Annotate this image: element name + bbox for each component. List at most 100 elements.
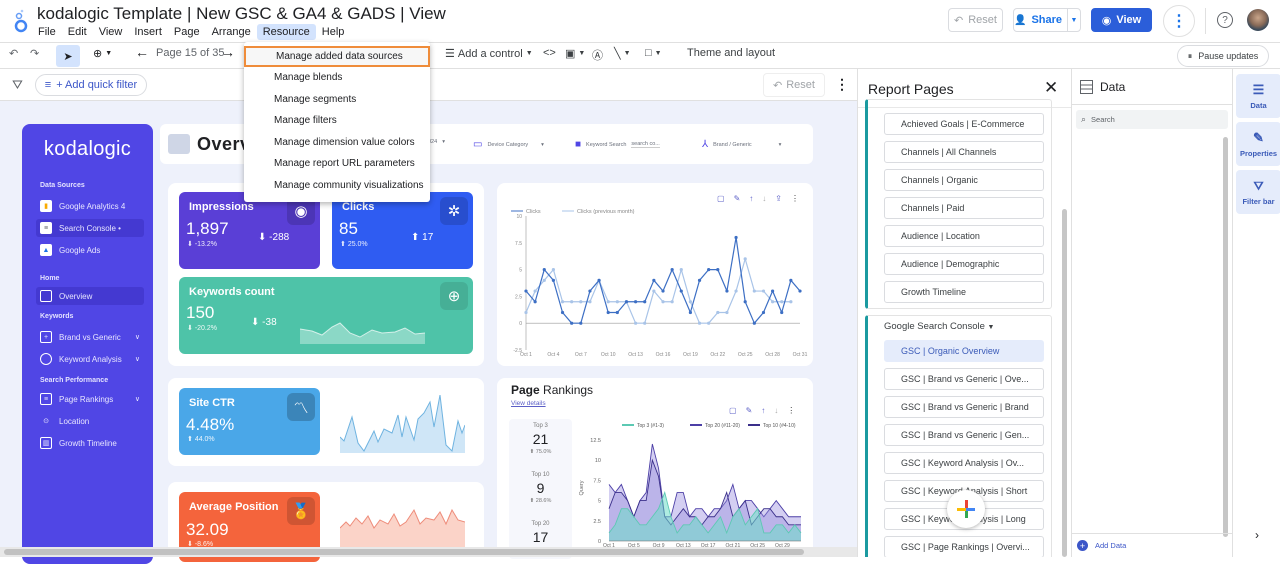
tab-properties[interactable]: ✎ Properties xyxy=(1236,122,1280,166)
y-tick-label: 10 xyxy=(595,458,601,464)
theme-layout-button[interactable]: Theme and layout xyxy=(687,47,775,59)
add-page-button[interactable] xyxy=(947,490,985,528)
redo-icon[interactable]: ↷ xyxy=(30,47,39,60)
keyword-search-control[interactable]: ■ Keyword Search search co... xyxy=(575,139,660,150)
nav-google-ads[interactable]: ▲ Google Ads xyxy=(36,241,144,259)
nav-keyword-analysis[interactable]: Keyword Analysis ∨ xyxy=(36,350,144,368)
more-options-icon[interactable]: ⋮ xyxy=(1163,5,1195,37)
text-box-icon[interactable]: Ⓐ xyxy=(592,47,603,63)
brand-generic-control[interactable]: ⅄ Brand / Generic ▾ xyxy=(702,139,781,150)
data-point xyxy=(588,289,592,293)
keywords-count-card: Keywords count ⊕ 150 ⬇ -20.2% ⬇ -38 xyxy=(179,277,473,354)
vertical-scrollbar[interactable] xyxy=(1062,209,1067,557)
user-avatar[interactable] xyxy=(1247,9,1269,31)
page-item[interactable]: Channels | Paid xyxy=(884,197,1044,219)
sort-up-icon[interactable]: ↑ xyxy=(761,406,765,415)
menu-file[interactable]: File xyxy=(32,24,62,40)
nav-page-rankings[interactable]: ≡ Page Rankings ∨ xyxy=(36,390,144,408)
menu-item-manage-segments[interactable]: Manage segments xyxy=(244,89,430,110)
page-item-active[interactable]: GSC | Organic Overview xyxy=(884,340,1044,362)
nav-growth-timeline[interactable]: ▥ Growth Timeline xyxy=(36,434,144,452)
menu-arrange[interactable]: Arrange xyxy=(206,24,257,40)
select-icon[interactable]: ▢ xyxy=(729,406,737,415)
page-item[interactable]: Audience | Demographic xyxy=(884,253,1044,275)
page-item[interactable]: Achieved Goals | E-Commerce xyxy=(884,113,1044,135)
device-category-control[interactable]: ▭ Device Category ▾ xyxy=(473,139,544,150)
menu-insert[interactable]: Insert xyxy=(128,24,168,40)
share-dropdown-icon[interactable]: ▼ xyxy=(1067,9,1080,31)
report-title[interactable]: kodalogic Template | New GSC & GA4 & GAD… xyxy=(37,4,446,24)
help-icon[interactable]: ? xyxy=(1217,12,1233,28)
data-table-icon: ☰ xyxy=(1252,82,1265,97)
more-options-icon[interactable]: ⋮ xyxy=(835,76,849,93)
close-icon[interactable]: ✕ xyxy=(1044,78,1058,98)
x-tick-label: Oct 25 xyxy=(738,352,753,358)
nav-search-console[interactable]: ≡ Search Console • xyxy=(36,219,144,237)
nav-google-analytics[interactable]: ▮ Google Analytics 4 xyxy=(36,197,144,215)
page-item[interactable]: Audience | Location xyxy=(884,225,1044,247)
prev-page-icon[interactable]: ← xyxy=(135,44,149,60)
select-tool-icon[interactable]: ➤ xyxy=(56,45,80,67)
add-quick-filter-button[interactable]: ≡ + Add quick filter xyxy=(35,74,147,96)
page-item[interactable]: GSC | Keyword Analysis | Ov... xyxy=(884,452,1044,474)
scrollbar-thumb[interactable] xyxy=(4,549,804,555)
menu-item-manage-dimension-colors[interactable]: Manage dimension value colors xyxy=(244,132,430,153)
edit-icon[interactable]: ✎ xyxy=(746,406,753,415)
vertical-scrollbar[interactable] xyxy=(1223,137,1228,537)
page-item[interactable]: Channels | Organic xyxy=(884,169,1044,191)
add-data-button[interactable]: + Add Data xyxy=(1072,533,1233,557)
chevron-down-icon[interactable]: ∨ xyxy=(135,333,140,341)
tab-filter-bar[interactable]: ⛛ Filter bar xyxy=(1236,170,1280,214)
menu-item-manage-filters[interactable]: Manage filters xyxy=(244,110,430,131)
share-button[interactable]: 👤 Share ▼ xyxy=(1013,8,1081,32)
sort-down-icon[interactable]: ↓ xyxy=(774,406,778,415)
page-item[interactable]: Channels | All Channels xyxy=(884,141,1044,163)
nav-overview[interactable]: Overview xyxy=(36,287,144,305)
menu-item-manage-blends[interactable]: Manage blends xyxy=(244,67,430,88)
menu-item-manage-community-viz[interactable]: Manage community visualizations xyxy=(244,175,430,196)
looker-studio-logo-icon[interactable] xyxy=(12,8,30,34)
menu-view[interactable]: View xyxy=(93,24,129,40)
page-item[interactable]: GSC | Page Rankings | Overvi... xyxy=(884,536,1044,557)
menu-item-manage-url-parameters[interactable]: Manage report URL parameters xyxy=(244,153,430,174)
reset-filters-button[interactable]: ↶ Reset xyxy=(763,73,825,97)
page-item[interactable]: GSC | Brand vs Generic | Brand xyxy=(884,396,1044,418)
menu-help[interactable]: Help xyxy=(316,24,351,40)
page-item[interactable]: Growth Timeline xyxy=(884,281,1044,303)
filter-icon[interactable]: ⛛ xyxy=(12,77,23,93)
nav-location[interactable]: ⊙ Location xyxy=(36,412,144,430)
embed-icon[interactable]: <> xyxy=(543,47,556,59)
nav-brand-vs-generic[interactable]: + Brand vs Generic ∨ xyxy=(36,328,144,346)
gsc-group-toggle[interactable]: Google Search Console ▼ xyxy=(884,321,994,332)
reset-button[interactable]: ↶ Reset xyxy=(948,8,1003,32)
undo-icon[interactable]: ↶ xyxy=(9,47,18,60)
site-ctr-card: Site CTR 〽 4.48% ⬆ 44.0% xyxy=(179,388,320,455)
view-details-link[interactable]: View details xyxy=(511,400,546,407)
page-item[interactable]: GSC | Brand vs Generic | Gen... xyxy=(884,424,1044,446)
pause-updates-button[interactable]: ⏸ Pause updates xyxy=(1177,45,1269,67)
view-button[interactable]: ◉ View xyxy=(1091,8,1152,32)
shape-icon[interactable]: □ ▼ xyxy=(645,47,662,59)
menu-item-manage-data-sources[interactable]: Manage added data sources xyxy=(244,46,430,67)
click-cursor-icon: ✲ xyxy=(440,197,468,225)
image-icon[interactable]: ▣ ▼ xyxy=(565,47,585,60)
menu-page[interactable]: Page xyxy=(168,24,206,40)
y-tick-label: 2.5 xyxy=(593,519,601,525)
line-icon[interactable]: ╲ ▼ xyxy=(614,47,631,60)
chevron-down-icon[interactable]: ∨ xyxy=(135,355,140,363)
more-icon[interactable]: ⋮ xyxy=(787,406,795,415)
next-page-icon[interactable]: → xyxy=(221,44,235,60)
data-search-input[interactable]: ⌕ Search xyxy=(1076,110,1228,129)
add-control-button[interactable]: ☰ Add a control ▼ xyxy=(445,47,533,61)
menu-edit[interactable]: Edit xyxy=(62,24,93,40)
menu-resource[interactable]: Resource xyxy=(256,24,316,40)
date-range-control[interactable]: 024 ▾ xyxy=(428,139,445,145)
y-tick-label: 10 xyxy=(516,214,522,220)
data-panel-title: Data xyxy=(1100,80,1126,94)
chevron-right-icon[interactable]: › xyxy=(1255,528,1259,542)
zoom-icon[interactable]: ⊕ ▼ xyxy=(93,47,112,60)
data-point xyxy=(771,300,775,304)
tab-data[interactable]: ☰ Data xyxy=(1236,74,1280,118)
chevron-down-icon[interactable]: ∨ xyxy=(135,395,140,403)
page-item[interactable]: GSC | Brand vs Generic | Ove... xyxy=(884,368,1044,390)
